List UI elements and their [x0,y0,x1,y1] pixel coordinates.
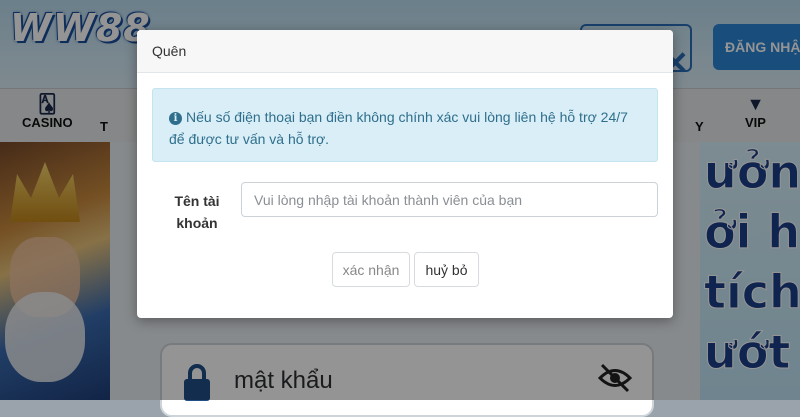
username-input[interactable] [241,182,658,217]
info-icon: i [169,112,182,125]
dialog-title: Quên [152,43,187,59]
dialog-header: Quên [137,30,673,73]
alert-text: Nếu số điện thoại bạn điền không chính x… [169,109,628,147]
forgot-dialog: Quên i Nếu số điện thoại bạn điền không c… [137,30,673,318]
confirm-button[interactable]: xác nhận [332,252,410,287]
username-label: Tên tài khoản [174,193,220,231]
info-alert: i Nếu số điện thoại bạn điền không chính … [152,88,658,162]
cancel-button[interactable]: huỷ bỏ [414,252,479,287]
